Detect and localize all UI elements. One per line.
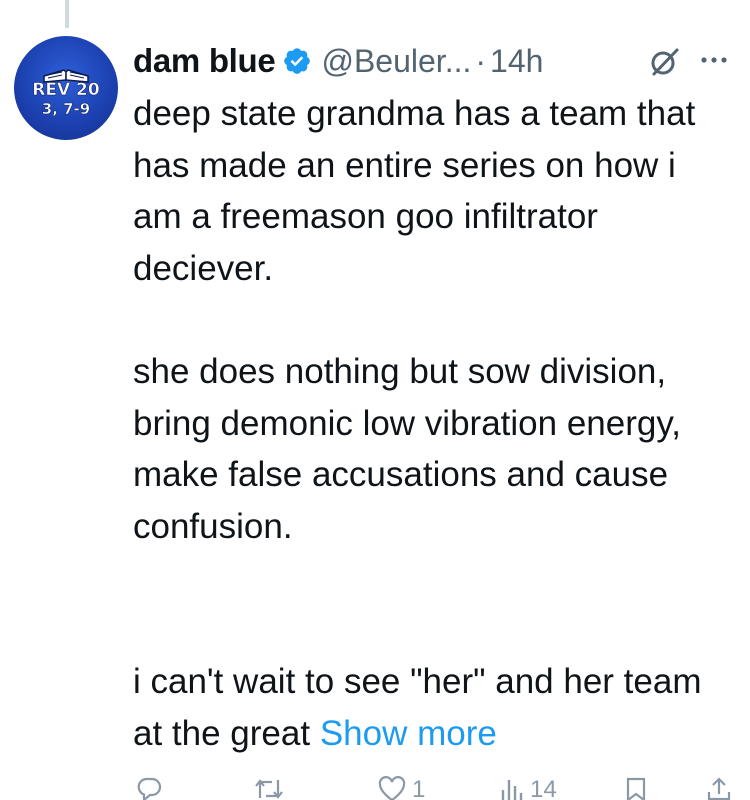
timestamp[interactable]: 14h [490, 43, 543, 80]
avatar[interactable]: REV 20 3, 7-9 [14, 36, 118, 140]
avatar-text-line1: REV 20 [32, 80, 100, 100]
more-options-icon[interactable] [696, 45, 732, 75]
bookmark-button[interactable] [624, 776, 654, 800]
grok-icon[interactable] [648, 44, 682, 78]
views-count: 14 [530, 776, 557, 800]
like-count: 1 [412, 776, 426, 800]
action-bar: 1 14 [0, 772, 750, 800]
share-button[interactable] [706, 776, 738, 800]
user-handle[interactable]: @Beuler... [321, 43, 471, 80]
views-button[interactable]: 14 [500, 776, 557, 800]
views-chart-icon [501, 780, 523, 800]
bookmark-icon [626, 777, 646, 800]
separator-dot: · [475, 42, 487, 79]
thread-connector-line [65, 0, 69, 28]
reply-icon [137, 777, 162, 800]
avatar-text-line2: 3, 7-9 [41, 100, 91, 118]
like-button[interactable]: 1 [378, 776, 425, 800]
reply-button[interactable] [136, 776, 168, 800]
heart-icon [378, 776, 406, 800]
retweet-button[interactable] [254, 776, 290, 800]
tweet-paragraph: deep state grandma has a team that has m… [133, 94, 696, 289]
tweet-paragraph: she does nothing but sow division, bring… [133, 352, 681, 547]
verified-badge-icon[interactable] [282, 46, 312, 76]
tweet-header: dam blue @Beuler... · 14h [133, 38, 543, 84]
tweet-paragraph-last: i can't wait to see "her" and her team a… [133, 656, 733, 759]
share-icon [707, 777, 731, 800]
show-more-link[interactable]: Show more [320, 714, 497, 753]
display-name[interactable]: dam blue [133, 42, 276, 80]
retweet-icon [255, 779, 283, 799]
